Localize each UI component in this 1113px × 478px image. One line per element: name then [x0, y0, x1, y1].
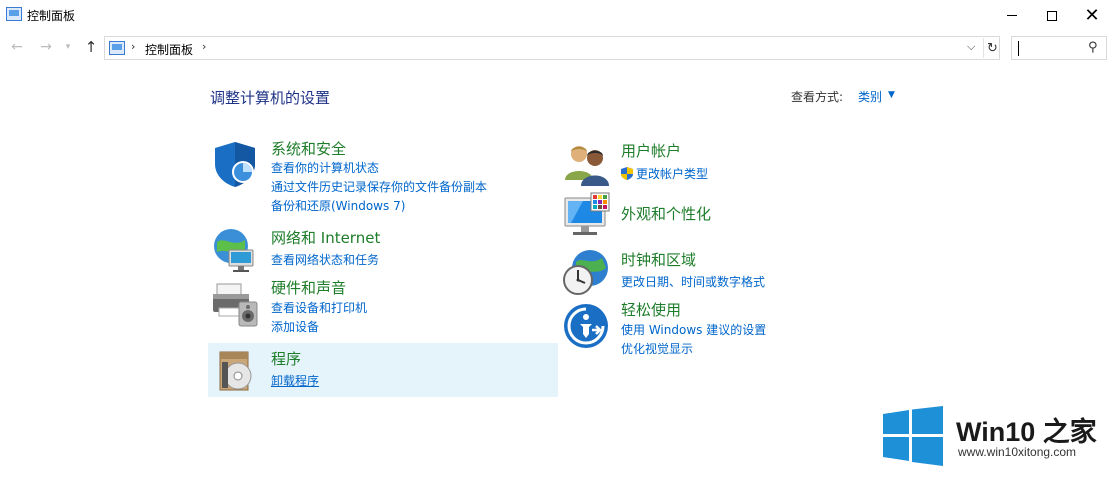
back-button[interactable]: ← — [7, 38, 27, 56]
maximize-icon — [1047, 10, 1057, 21]
up-button[interactable]: ↑ — [81, 38, 101, 56]
watermark-title: Win10 之家 — [956, 417, 1097, 447]
control-panel-icon — [109, 41, 125, 55]
watermark-url: www.win10xitong.com — [958, 445, 1077, 459]
forward-button[interactable]: → — [36, 38, 56, 56]
link-file-history[interactable]: 通过文件历史记录保存你的文件备份副本 — [271, 178, 487, 195]
uac-shield-icon — [621, 167, 633, 180]
category-hardware-sound[interactable]: 硬件和声音 — [271, 277, 346, 298]
control-panel-icon — [6, 7, 22, 21]
search-icon[interactable]: ⚲ — [1088, 40, 1098, 55]
title-bar: 控制面板 ✕ — [0, 0, 1113, 31]
minimize-icon — [1007, 15, 1017, 16]
category-ease-of-access[interactable]: 轻松使用 — [621, 299, 681, 320]
link-add-device[interactable]: 添加设备 — [271, 318, 319, 335]
navigation-bar: ← → ▾ ↑ › 控制面板 › ⌵ ↻ ⚲ — [0, 31, 1113, 63]
link-recommended-settings[interactable]: 使用 Windows 建议的设置 — [621, 321, 766, 338]
close-icon: ✕ — [1084, 4, 1100, 26]
page-title: 调整计算机的设置 — [210, 89, 331, 107]
link-backup-restore[interactable]: 备份和还原(Windows 7) — [271, 197, 405, 214]
address-bar[interactable]: › 控制面板 › ⌵ ↻ — [104, 36, 1000, 60]
link-view-computer-status[interactable]: 查看你的计算机状态 — [271, 159, 379, 176]
address-dropdown-icon[interactable]: ⌵ — [967, 40, 975, 54]
breadcrumb-separator-icon[interactable]: › — [202, 40, 206, 53]
close-button[interactable]: ✕ — [1069, 0, 1113, 31]
text-caret — [1018, 41, 1019, 56]
breadcrumb-separator-icon[interactable]: › — [131, 40, 135, 53]
shield-icon[interactable] — [211, 140, 259, 188]
link-optimize-visual-display[interactable]: 优化视觉显示 — [621, 340, 693, 357]
chevron-down-icon[interactable]: ▼ — [888, 90, 895, 100]
link-change-account-type-label: 更改帐户类型 — [636, 167, 709, 181]
category-programs[interactable]: 程序 — [271, 348, 301, 369]
windows-logo-icon — [883, 406, 943, 466]
window-title: 控制面板 — [27, 9, 76, 23]
users-icon[interactable] — [563, 140, 611, 188]
link-change-account-type[interactable]: 更改帐户类型 — [621, 165, 708, 182]
breadcrumb-control-panel[interactable]: 控制面板 — [145, 41, 193, 58]
accessibility-icon[interactable] — [562, 302, 610, 350]
search-input[interactable]: ⚲ — [1011, 36, 1107, 60]
link-uninstall-program[interactable]: 卸载程序 — [271, 372, 319, 389]
category-clock-region[interactable]: 时钟和区域 — [621, 249, 696, 270]
network-globe-icon[interactable] — [211, 226, 259, 274]
link-devices-printers[interactable]: 查看设备和打印机 — [271, 299, 367, 316]
category-appearance-personalization[interactable]: 外观和个性化 — [621, 203, 711, 224]
clock-globe-icon[interactable] — [562, 248, 610, 296]
programs-disc-icon[interactable] — [214, 346, 262, 394]
monitor-palette-icon[interactable] — [563, 192, 611, 240]
recent-locations-button[interactable]: ▾ — [61, 38, 75, 56]
printer-speaker-icon[interactable] — [211, 280, 259, 328]
link-change-date-time-format[interactable]: 更改日期、时间或数字格式 — [621, 273, 765, 290]
view-by-dropdown[interactable]: 类别 — [858, 88, 882, 105]
category-system-security[interactable]: 系统和安全 — [271, 138, 346, 159]
refresh-button[interactable]: ↻ — [983, 38, 1001, 58]
link-view-network-status[interactable]: 查看网络状态和任务 — [271, 251, 379, 268]
category-network-internet[interactable]: 网络和 Internet — [271, 227, 380, 248]
category-user-accounts[interactable]: 用户帐户 — [621, 140, 681, 161]
view-by-label: 查看方式: — [791, 90, 844, 104]
